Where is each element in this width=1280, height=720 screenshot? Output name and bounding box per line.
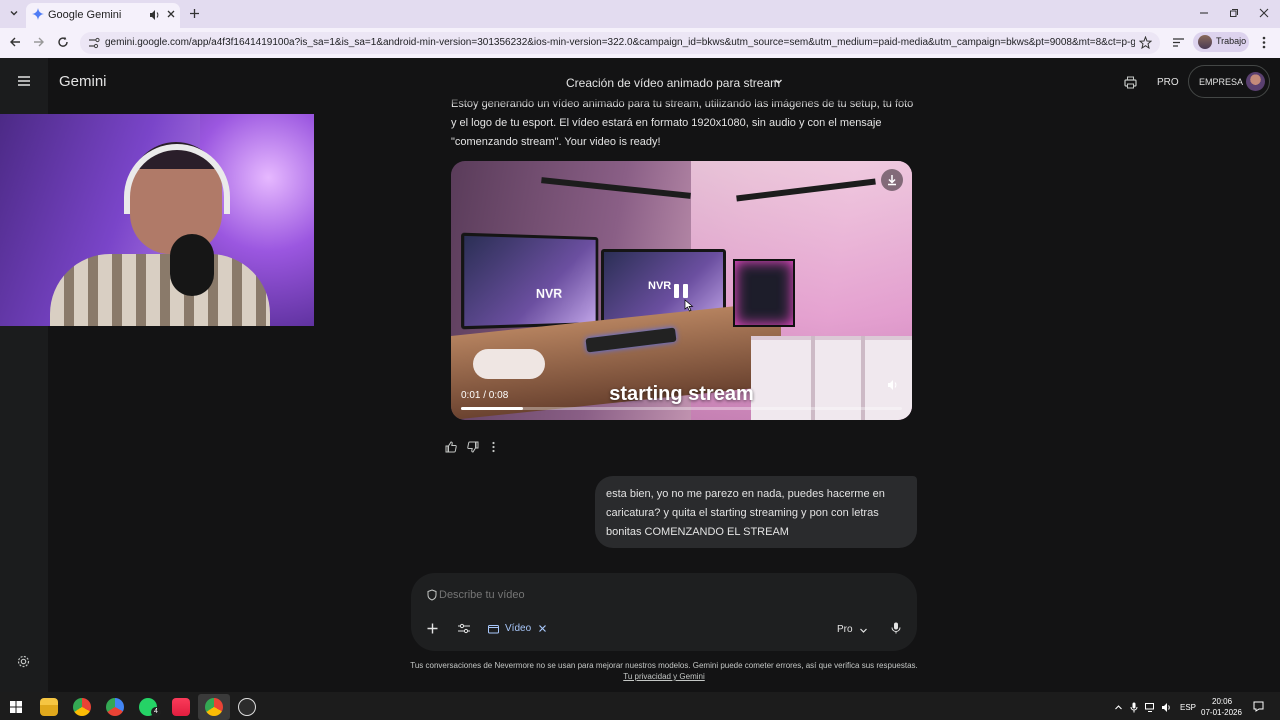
reading-list-icon[interactable] <box>1172 36 1185 49</box>
response-line-2: y el logo de tu esport. El vídeo estará … <box>451 117 882 129</box>
video-shelf-left <box>541 177 691 199</box>
tab-close-icon[interactable] <box>166 9 176 19</box>
windows-start-icon[interactable] <box>10 701 22 713</box>
video-progress-track[interactable] <box>461 407 902 410</box>
response-line-3: "comenzando stream". Your video is ready… <box>451 136 661 148</box>
new-tab-icon[interactable] <box>189 8 200 19</box>
video-clapper-icon <box>488 623 499 634</box>
model-selector[interactable]: Pro <box>837 622 873 638</box>
reload-icon[interactable] <box>57 36 69 48</box>
browser-tab-bar: Google Gemini <box>0 0 1280 28</box>
tab-google-gemini[interactable]: Google Gemini <box>26 3 180 28</box>
site-info-icon[interactable] <box>88 37 100 49</box>
tab-audio-icon[interactable] <box>149 9 161 21</box>
add-attachment-icon[interactable] <box>427 623 438 634</box>
settings-gear-icon[interactable] <box>17 655 30 668</box>
video-caption: starting stream <box>609 383 754 405</box>
user-message-bubble: esta bien, yo no me parezo en nada, pued… <box>595 476 917 548</box>
file-explorer-icon[interactable] <box>40 698 58 716</box>
mouse-cursor-icon <box>684 299 694 312</box>
tray-volume-icon[interactable] <box>1161 702 1172 713</box>
tray-network-icon[interactable] <box>1145 703 1156 712</box>
generated-video-player[interactable]: NVR NVR starting stream 0:01 / 0:08 <box>451 161 912 420</box>
print-icon[interactable] <box>1124 76 1137 89</box>
webcam-person-body <box>50 254 270 326</box>
thumbs-up-icon[interactable] <box>445 441 457 453</box>
video-time-display: 0:01 / 0:08 <box>461 390 509 401</box>
address-bar[interactable]: gemini.google.com/app/a4f3f1641419100a?i… <box>80 32 1160 54</box>
chrome-profile-icon[interactable] <box>106 698 124 716</box>
video-logo-left: NVR <box>535 285 563 301</box>
video-chip-label: Vídeo <box>505 623 532 634</box>
tray-language[interactable]: ESP <box>1180 703 1196 712</box>
conversation-title: Creación de vídeo animado para stream <box>566 76 781 90</box>
response-fade-overlay <box>440 92 930 104</box>
whatsapp-badge: 4 <box>151 707 161 717</box>
user-message-line-1: esta bien, yo no me parezo en nada, pued… <box>606 488 885 500</box>
app-name[interactable]: Gemini <box>59 73 107 90</box>
music-icon[interactable] <box>172 698 190 716</box>
pro-badge[interactable]: PRO <box>1157 77 1179 88</box>
account-avatar <box>1246 72 1265 91</box>
user-message-line-2: caricatura? y quita el starting streamin… <box>606 507 879 519</box>
empresa-label: EMPRESA <box>1199 77 1244 87</box>
video-headphones <box>473 349 545 379</box>
tab-list-chevron-icon[interactable] <box>9 8 19 18</box>
empresa-account-chip[interactable]: EMPRESA <box>1188 65 1270 98</box>
obs-icon[interactable] <box>238 698 256 716</box>
thumbs-down-icon[interactable] <box>467 441 479 453</box>
chevron-down-icon <box>774 77 783 86</box>
chrome-active-icon[interactable] <box>205 698 223 716</box>
video-tool-chip[interactable]: Vídeo <box>488 621 550 637</box>
video-pc-tower <box>733 259 795 327</box>
microphone-icon[interactable] <box>891 622 901 634</box>
tools-icon[interactable] <box>458 623 470 634</box>
profile-label: Trabajo <box>1216 36 1247 46</box>
prompt-composer: Vídeo Pro <box>411 573 917 651</box>
bookmark-star-icon[interactable] <box>1139 36 1152 49</box>
menu-icon[interactable] <box>18 76 30 86</box>
remove-chip-icon[interactable] <box>538 624 547 633</box>
chrome-icon[interactable] <box>73 698 91 716</box>
url-text: gemini.google.com/app/a4f3f1641419100a?i… <box>105 37 1135 48</box>
gemini-sparkle-icon <box>32 8 44 20</box>
close-window-icon[interactable] <box>1259 8 1269 18</box>
privacy-link[interactable]: Tu privacidad y Gemini <box>540 672 788 681</box>
windows-taskbar <box>0 692 1280 720</box>
profile-avatar <box>1198 35 1212 49</box>
webcam-overlay <box>0 114 314 326</box>
model-label: Pro <box>837 624 853 635</box>
footer-disclaimer: Tus conversaciones de Nevermore no se us… <box>410 661 918 670</box>
video-logo-right: NVR <box>648 280 672 292</box>
tab-title: Google Gemini <box>48 9 122 21</box>
more-options-icon[interactable] <box>491 441 496 453</box>
volume-icon[interactable] <box>887 379 899 391</box>
tray-time[interactable]: 20:06 <box>1212 697 1232 706</box>
tray-mic-icon[interactable] <box>1130 702 1138 713</box>
browser-menu-icon[interactable] <box>1261 36 1267 49</box>
user-message-line-3: bonitas COMENZANDO EL STREAM <box>606 526 789 538</box>
back-icon[interactable] <box>9 36 21 48</box>
notifications-icon[interactable] <box>1253 701 1264 712</box>
tray-date[interactable]: 07-01-2026 <box>1201 708 1242 717</box>
webcam-microphone <box>170 234 214 296</box>
prompt-input[interactable] <box>439 586 889 604</box>
profile-chip[interactable]: Trabajo <box>1193 32 1249 52</box>
model-chevron-down-icon <box>859 626 868 635</box>
video-monitor-left: NVR <box>461 232 599 330</box>
tray-chevron-up-icon[interactable] <box>1114 703 1123 712</box>
minimize-window-icon[interactable] <box>1199 8 1209 18</box>
video-progress-fill <box>461 407 523 410</box>
forward-icon[interactable] <box>33 36 45 48</box>
pause-icon[interactable] <box>672 282 690 300</box>
restore-window-icon[interactable] <box>1229 8 1239 18</box>
download-icon[interactable] <box>881 169 903 191</box>
shield-icon <box>427 589 437 601</box>
conversation-title-dropdown[interactable]: Creación de vídeo animado para stream <box>566 74 783 90</box>
